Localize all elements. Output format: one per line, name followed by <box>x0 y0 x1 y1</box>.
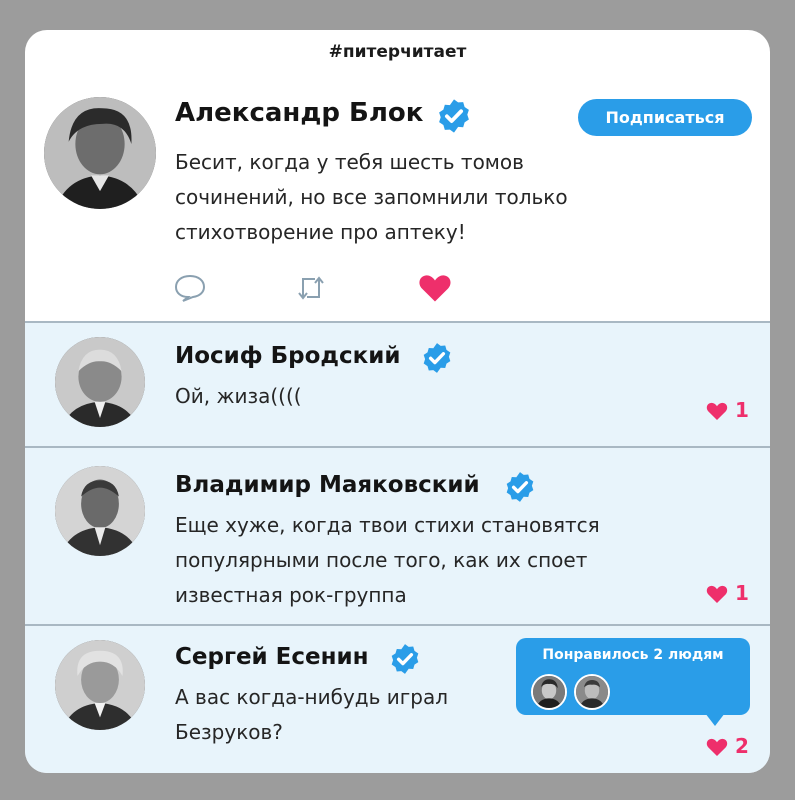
post-text-line-3: стихотворение про аптеку! <box>175 220 466 244</box>
heart-icon <box>706 585 728 603</box>
portrait-image <box>55 640 145 730</box>
avatar-yesenin[interactable] <box>55 640 145 730</box>
author-name[interactable]: Александр Блок <box>175 98 423 128</box>
reply-card: Владимир Маяковский Еще хуже, когда твои… <box>25 446 770 626</box>
subscribe-button[interactable]: Подписаться <box>578 99 752 136</box>
verified-badge-icon <box>435 97 473 135</box>
like-count-value: 1 <box>735 398 749 422</box>
like-heart-icon[interactable] <box>417 271 453 307</box>
like-count-value: 2 <box>735 734 749 758</box>
heart-icon <box>706 738 728 756</box>
liked-by-popup[interactable]: Понравилось 2 людям <box>516 638 750 715</box>
author-name[interactable]: Иосиф Бродский <box>175 343 400 369</box>
reply-text-line-1: Ой, жиза(((( <box>175 384 302 408</box>
reply-text-line-3: известная рок-группа <box>175 583 407 607</box>
avatar-mayakovsky[interactable] <box>55 466 145 556</box>
reply-icon[interactable] <box>173 273 207 307</box>
like-counter[interactable]: 2 <box>705 734 749 758</box>
reply-text-line-2: популярными после того, как их споет <box>175 548 588 572</box>
heart-icon <box>706 402 728 420</box>
author-name[interactable]: Сергей Есенин <box>175 644 369 670</box>
verified-badge-icon <box>388 642 422 676</box>
author-name[interactable]: Владимир Маяковский <box>175 472 480 498</box>
portrait-image <box>533 676 565 708</box>
verified-badge-icon <box>420 341 454 375</box>
reply-card: Иосиф Бродский Ой, жиза(((( 1 <box>25 321 770 448</box>
verified-badge-icon <box>503 470 537 504</box>
post-text-line-1: Бесит, когда у тебя шесть томов <box>175 150 524 174</box>
post-card: #питерчитает Александр Блок Подписаться … <box>25 30 770 773</box>
avatar-brodsky[interactable] <box>55 337 145 427</box>
reply-text-line-2: Безруков? <box>175 720 283 744</box>
liked-by-label: Понравилось 2 людям <box>542 647 724 663</box>
liker-avatar-1[interactable] <box>531 674 567 710</box>
popup-pointer <box>705 713 725 726</box>
retweet-icon[interactable] <box>295 273 327 307</box>
portrait-image <box>44 97 156 209</box>
like-count-value: 1 <box>735 581 749 605</box>
like-counter[interactable]: 1 <box>705 581 749 605</box>
portrait-image <box>55 337 145 427</box>
post-text-line-2: сочинений, но все запомнили только <box>175 185 568 209</box>
portrait-image <box>576 676 608 708</box>
avatar-blok[interactable] <box>44 97 156 209</box>
like-counter[interactable]: 1 <box>705 398 749 422</box>
portrait-image <box>55 466 145 556</box>
liker-avatar-2[interactable] <box>574 674 610 710</box>
reply-text-line-1: Еще хуже, когда твои стихи становятся <box>175 513 600 537</box>
hashtag-title: #питерчитает <box>328 42 467 62</box>
reply-text-line-1: А вас когда-нибудь играл <box>175 685 449 709</box>
